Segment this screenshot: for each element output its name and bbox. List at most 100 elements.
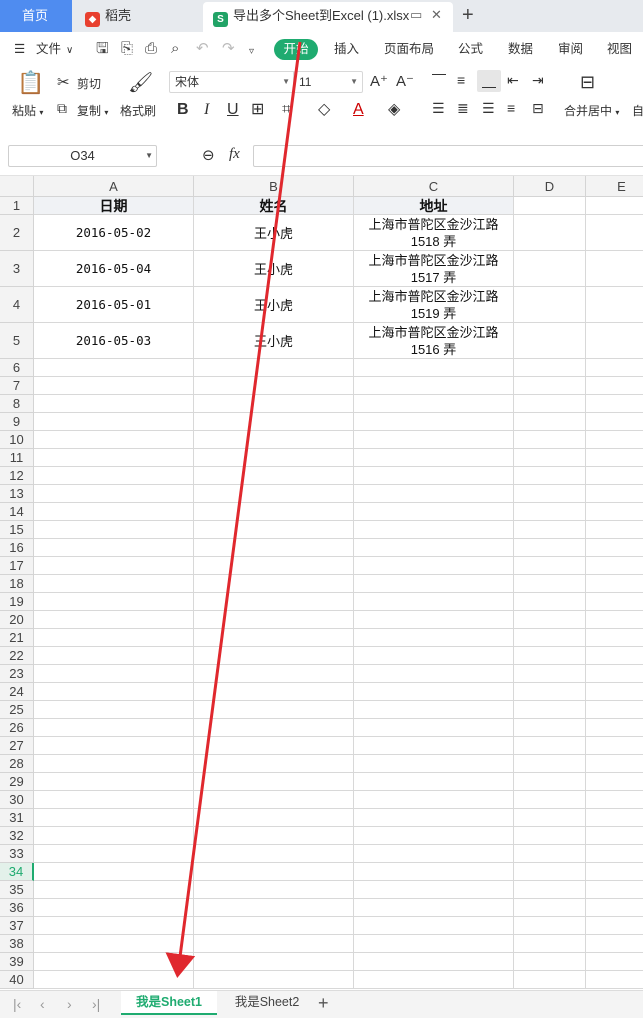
quick-access-more-icon[interactable]: ▿	[249, 43, 254, 61]
cell-e33[interactable]	[586, 845, 643, 863]
menu-page-layout[interactable]: 页面布局	[384, 40, 434, 58]
row-header-40[interactable]: 40	[0, 971, 34, 989]
cell-c28[interactable]	[354, 755, 514, 773]
cell-c25[interactable]	[354, 701, 514, 719]
cell-d30[interactable]	[514, 791, 586, 809]
cell-b15[interactable]	[194, 521, 354, 539]
cell-b6[interactable]	[194, 359, 354, 377]
copy-button[interactable]: 复制 ▾	[77, 102, 108, 119]
cell-a6[interactable]	[34, 359, 194, 377]
cell-e26[interactable]	[586, 719, 643, 737]
cell-d10[interactable]	[514, 431, 586, 449]
cell-c31[interactable]	[354, 809, 514, 827]
cell-d2[interactable]	[514, 215, 586, 251]
cell-b14[interactable]	[194, 503, 354, 521]
cell-c35[interactable]	[354, 881, 514, 899]
cell-b12[interactable]	[194, 467, 354, 485]
cell-c10[interactable]	[354, 431, 514, 449]
cell-c20[interactable]	[354, 611, 514, 629]
align-center-icon[interactable]: ≣	[457, 100, 469, 117]
cell-e13[interactable]	[586, 485, 643, 503]
cell-c14[interactable]	[354, 503, 514, 521]
font-name-select[interactable]: 宋体 ▼	[169, 71, 295, 93]
cell-a16[interactable]	[34, 539, 194, 557]
cell-c24[interactable]	[354, 683, 514, 701]
column-header-a[interactable]: A	[34, 176, 194, 197]
cell-a24[interactable]	[34, 683, 194, 701]
tab-home[interactable]: 首页	[0, 0, 72, 32]
cell-d19[interactable]	[514, 593, 586, 611]
cell-a7[interactable]	[34, 377, 194, 395]
cell-a23[interactable]	[34, 665, 194, 683]
column-header-e[interactable]: E	[586, 176, 643, 197]
increase-font-icon[interactable]: A⁺	[370, 72, 388, 90]
cell-e21[interactable]	[586, 629, 643, 647]
cell-a26[interactable]	[34, 719, 194, 737]
menu-view[interactable]: 视图	[607, 40, 632, 58]
cell-d3[interactable]	[514, 251, 586, 287]
font-size-select[interactable]: 11 ▼	[293, 71, 363, 93]
row-header-34[interactable]: 34	[0, 863, 34, 881]
cell-b28[interactable]	[194, 755, 354, 773]
cell-e23[interactable]	[586, 665, 643, 683]
cell-c18[interactable]	[354, 575, 514, 593]
cell-b3[interactable]: 王小虎	[194, 251, 354, 287]
cell-a20[interactable]	[34, 611, 194, 629]
cell-d25[interactable]	[514, 701, 586, 719]
cell-c27[interactable]	[354, 737, 514, 755]
spreadsheet-grid[interactable]: A B C D E 1 日期 姓名 地址 2 2016-05-02 王小虎 上海市普陀区金沙江路 151…	[0, 176, 643, 990]
row-header-17[interactable]: 17	[0, 557, 34, 575]
cell-d34[interactable]	[514, 863, 586, 881]
cell-e6[interactable]	[586, 359, 643, 377]
cell-a8[interactable]	[34, 395, 194, 413]
cell-e40[interactable]	[586, 971, 643, 989]
cell-c36[interactable]	[354, 899, 514, 917]
cell-c33[interactable]	[354, 845, 514, 863]
cell-c11[interactable]	[354, 449, 514, 467]
row-header-24[interactable]: 24	[0, 683, 34, 701]
cell-c17[interactable]	[354, 557, 514, 575]
cell-a13[interactable]	[34, 485, 194, 503]
cell-b11[interactable]	[194, 449, 354, 467]
cell-a32[interactable]	[34, 827, 194, 845]
redo-icon[interactable]: ↷	[222, 40, 235, 58]
cell-e3[interactable]	[586, 251, 643, 287]
cell-d24[interactable]	[514, 683, 586, 701]
italic-icon[interactable]: I	[204, 100, 209, 120]
cell-c38[interactable]	[354, 935, 514, 953]
cell-c19[interactable]	[354, 593, 514, 611]
cell-a30[interactable]	[34, 791, 194, 809]
cell-d29[interactable]	[514, 773, 586, 791]
formula-input[interactable]	[253, 145, 643, 167]
select-all-corner[interactable]	[0, 176, 34, 197]
row-header-32[interactable]: 32	[0, 827, 34, 845]
cell-c30[interactable]	[354, 791, 514, 809]
cell-e12[interactable]	[586, 467, 643, 485]
cell-e2[interactable]	[586, 215, 643, 251]
paste-icon[interactable]: 📋	[17, 70, 44, 96]
hamburger-icon[interactable]: ☰	[14, 40, 25, 58]
bold-icon[interactable]: B	[177, 100, 189, 120]
cell-e24[interactable]	[586, 683, 643, 701]
cell-e32[interactable]	[586, 827, 643, 845]
cell-c4[interactable]: 上海市普陀区金沙江路 1519 弄	[354, 287, 514, 323]
cell-b9[interactable]	[194, 413, 354, 431]
column-header-c[interactable]: C	[354, 176, 514, 197]
menu-review[interactable]: 审阅	[558, 40, 583, 58]
cell-c23[interactable]	[354, 665, 514, 683]
cell-c16[interactable]	[354, 539, 514, 557]
cell-b7[interactable]	[194, 377, 354, 395]
cell-b19[interactable]	[194, 593, 354, 611]
save-icon[interactable]: 🖫	[96, 40, 109, 58]
cell-c13[interactable]	[354, 485, 514, 503]
cell-e5[interactable]	[586, 323, 643, 359]
fill-color-icon[interactable]: ◇	[318, 100, 330, 120]
cell-a19[interactable]	[34, 593, 194, 611]
row-header-22[interactable]: 22	[0, 647, 34, 665]
cell-b18[interactable]	[194, 575, 354, 593]
cell-d31[interactable]	[514, 809, 586, 827]
cell-a39[interactable]	[34, 953, 194, 971]
merge-center-button[interactable]: 合并居中 ▾	[564, 102, 619, 119]
cell-b24[interactable]	[194, 683, 354, 701]
align-top-icon[interactable]: ⎺	[432, 72, 446, 89]
